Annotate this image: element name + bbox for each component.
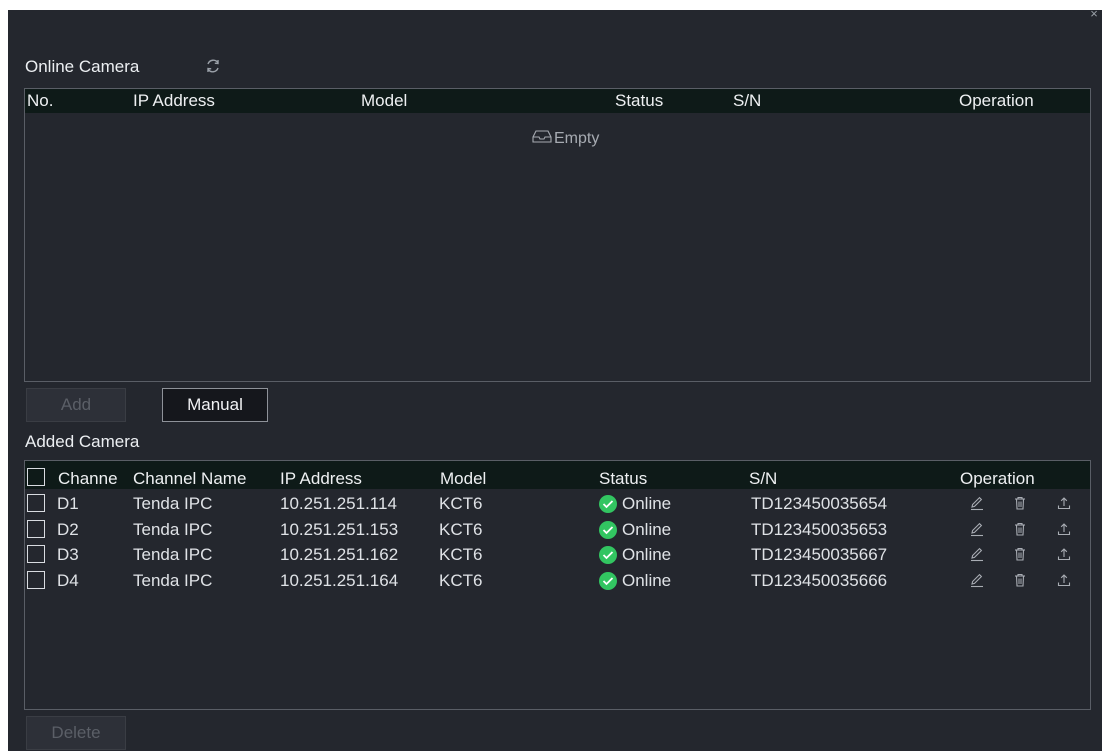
sn-cell: TD123450035666 [751,570,888,590]
upload-icon[interactable] [1056,495,1072,511]
upload-icon[interactable] [1056,546,1072,562]
table-row: D1 Tenda IPC 10.251.251.114 KCT6 TD123450035… [25,490,1090,516]
model-cell: KCT6 [439,519,483,539]
channel-name-cell: Tenda IPC [133,494,213,513]
table-row: D3 Tenda IPC 10.251.251.162 KCT6 TD123450035… [25,541,1090,567]
added-camera-title: Added Camera [25,432,140,451]
add-button[interactable]: Add [26,388,126,422]
online-status-icon [599,546,617,564]
column-header-status: Status [599,469,648,488]
ip-address-cell: 10.251.251.114 [280,494,397,513]
online-status-icon [599,495,617,513]
model-cell: KCT6 [439,570,483,590]
edit-icon[interactable] [969,495,985,511]
table-row: D4 Tenda IPC 10.251.251.164 KCT6 TD123450035… [25,567,1090,593]
empty-text: Empty [554,129,600,147]
column-header-sn: S/N [733,91,762,110]
edit-icon[interactable] [969,546,985,562]
ip-address-cell: 10.251.251.164 [280,570,399,590]
column-header-channel: Channe [58,469,118,488]
column-header-status: Status [615,91,664,110]
status-cell: Online [622,519,672,539]
channel-cell: D2 [57,519,79,539]
online-table-header: No. IP Address Model Status S/N Operatio… [25,89,1090,113]
upload-icon[interactable] [1056,521,1072,537]
channel-name-cell: Tenda IPC [133,545,213,564]
channel-cell: D3 [57,545,79,564]
delete-icon[interactable] [1012,546,1028,562]
model-cell: KCT6 [439,545,483,564]
status-cell: Online [622,570,672,590]
ip-address-cell: 10.251.251.162 [280,545,399,564]
status-cell: Online [622,494,672,513]
manual-button[interactable]: Manual [162,388,268,422]
channel-cell: D1 [57,494,79,513]
sn-cell: TD123450035667 [751,545,888,564]
column-header-channel-name: Channel Name [133,469,247,488]
row-checkbox[interactable] [27,494,45,512]
table-row: D2 Tenda IPC 10.251.251.153 KCT6 TD123450035… [25,516,1090,542]
select-all-checkbox[interactable] [27,468,45,486]
refresh-icon[interactable] [204,57,222,75]
row-checkbox[interactable] [27,570,45,589]
ip-address-cell: 10.251.251.153 [280,519,399,539]
online-status-icon [599,571,617,590]
added-camera-table: Channe Channel Name IP Address Model Sta… [24,460,1091,710]
row-checkbox[interactable] [27,519,45,538]
delete-icon[interactable] [1012,495,1028,511]
column-header-operation: Operation [959,91,1034,110]
channel-name-cell: Tenda IPC [133,570,213,590]
delete-icon[interactable] [1012,521,1028,537]
empty-state: Empty [532,129,599,148]
channel-cell: D4 [57,570,79,590]
online-status-icon [599,520,617,539]
edit-icon[interactable] [969,572,985,588]
added-table-header: Channe Channel Name IP Address Model Sta… [25,461,1090,489]
row-checkbox[interactable] [27,545,45,563]
column-header-ip-address: IP Address [133,91,215,110]
upload-icon[interactable] [1056,572,1072,588]
column-header-no: No. [27,91,54,110]
delete-icon[interactable] [1012,572,1028,588]
close-icon[interactable]: × [1088,7,1100,20]
status-cell: Online [622,545,672,564]
column-header-model: Model [361,91,408,110]
column-header-sn: S/N [749,469,778,488]
column-header-model: Model [440,469,487,488]
online-camera-title: Online Camera [25,57,140,76]
column-header-ip-address: IP Address [280,469,362,488]
column-header-operation: Operation [960,469,1035,488]
inbox-icon [532,129,552,148]
sn-cell: TD123450035653 [751,519,888,539]
edit-icon[interactable] [969,521,985,537]
sn-cell: TD123450035654 [751,494,888,513]
model-cell: KCT6 [439,494,483,513]
delete-button[interactable]: Delete [26,716,126,750]
channel-name-cell: Tenda IPC [133,519,213,539]
